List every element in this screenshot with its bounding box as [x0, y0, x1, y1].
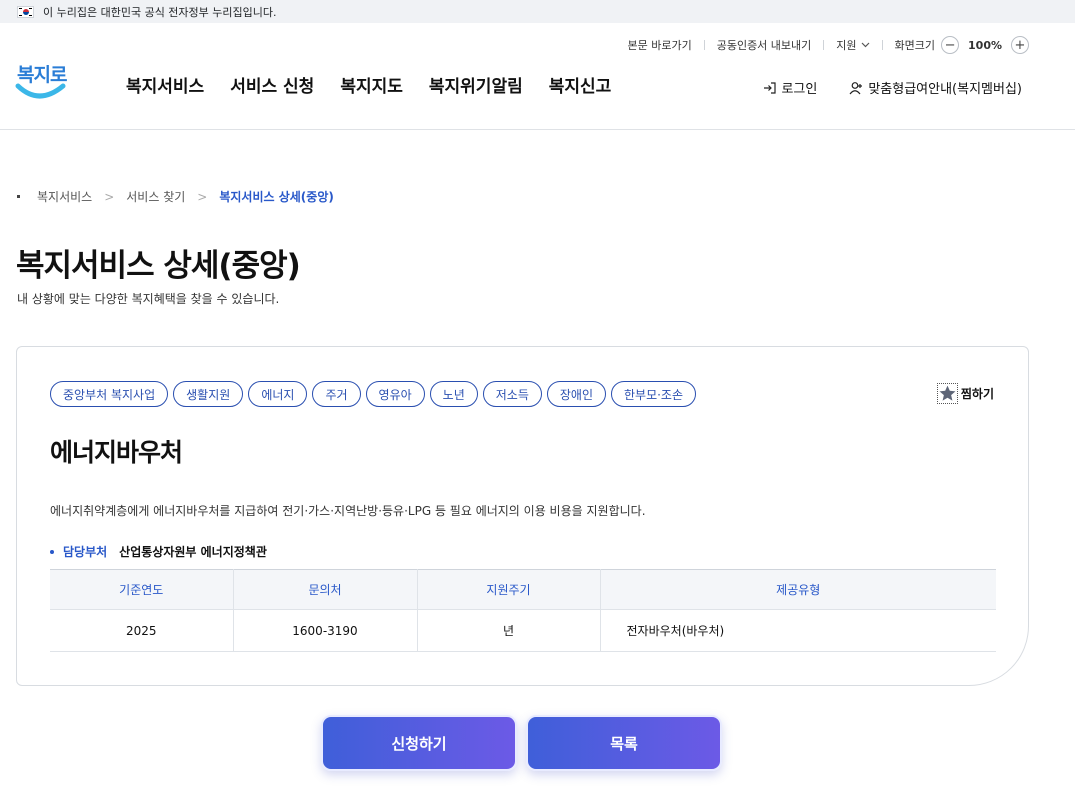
department-value: 산업통상자원부 에너지정책관	[119, 545, 267, 559]
nav-item-welfare-map[interactable]: 복지지도	[340, 72, 403, 97]
header-support-cycle: 지원주기	[417, 569, 601, 610]
login-link[interactable]: 로그인	[763, 78, 817, 97]
cell-base-year: 2025	[50, 609, 234, 652]
cell-provision-type: 전자바우처(바우처)	[600, 609, 996, 652]
cell-support-cycle: 년	[417, 609, 601, 652]
nav-item-welfare-service[interactable]: 복지서비스	[126, 72, 204, 97]
header-divider	[0, 129, 1075, 130]
header-base-year: 기준연도	[50, 569, 234, 610]
zoom-in-button[interactable]: +	[1011, 36, 1029, 54]
department-info: 담당부처 산업통상자원부 에너지정책관	[50, 543, 267, 560]
department-label: 담당부처	[63, 545, 108, 559]
divider	[881, 40, 883, 50]
divider	[703, 40, 705, 50]
zoom-value: 100%	[968, 38, 1002, 52]
bullet-icon	[50, 549, 54, 554]
membership-link[interactable]: 맞춤형급여안내(복지멤버십)	[849, 78, 1022, 97]
membership-label: 맞춤형급여안내(복지멤버십)	[868, 82, 1022, 97]
zoom-out-button[interactable]: −	[941, 36, 960, 54]
breadcrumb: 복지서비스 > 서비스 찾기 > 복지서비스 상세(중앙)	[17, 188, 334, 205]
cell-contact: 1600-3190	[233, 609, 418, 652]
gov-banner: 이 누리집은 대한민국 공식 전자정부 누리집입니다.	[0, 0, 1075, 23]
service-info-table: 기준연도 문의처 지원주기 제공유형 2025 1600-3190 년 전자바우…	[50, 569, 996, 652]
tag-single-parent[interactable]: 한부모·조손	[611, 381, 697, 407]
nav-item-welfare-report[interactable]: 복지신고	[549, 72, 612, 97]
breadcrumb-item-service-search[interactable]: 서비스 찾기	[126, 188, 185, 205]
service-detail-card: 중앙부처 복지사업 생활지원 에너지 주거 영유아 노년 저소득 장애인 한부모…	[16, 346, 1029, 686]
skip-to-content-link[interactable]: 본문 바로가기	[627, 37, 691, 53]
support-menu[interactable]: 지원	[836, 37, 869, 53]
tag-living-support[interactable]: 생활지원	[173, 381, 244, 407]
favorite-label: 찜하기	[960, 387, 994, 401]
chevron-right-icon: >	[104, 189, 115, 204]
site-logo[interactable]: 복지로	[15, 60, 67, 108]
header-provision-type: 제공유형	[600, 569, 996, 610]
list-button[interactable]: 목록	[526, 715, 722, 771]
service-description: 에너지취약계층에게 에너지바우처를 지급하여 전기·가스·지역난방·등유·LPG…	[50, 504, 646, 518]
chevron-down-icon	[861, 42, 869, 48]
gov-banner-text: 이 누리집은 대한민국 공식 전자정부 누리집입니다.	[43, 5, 277, 19]
tag-low-income[interactable]: 저소득	[482, 381, 542, 407]
page-description: 내 상황에 맞는 다양한 복지혜택을 찾을 수 있습니다.	[17, 292, 280, 306]
nav-item-service-apply[interactable]: 서비스 신청	[230, 72, 314, 97]
chevron-right-icon: >	[197, 189, 208, 204]
tag-disabled[interactable]: 장애인	[546, 381, 606, 407]
header-contact: 문의처	[233, 569, 418, 610]
apply-button[interactable]: 신청하기	[321, 715, 517, 771]
service-title: 에너지바우처	[50, 438, 183, 467]
breadcrumb-item-current: 복지서비스 상세(중앙)	[219, 190, 334, 204]
breadcrumb-item-welfare-service[interactable]: 복지서비스	[37, 188, 92, 205]
table-row: 2025 1600-3190 년 전자바우처(바우처)	[50, 609, 996, 652]
page-title: 복지서비스 상세(중앙)	[16, 248, 301, 284]
tag-list: 중앙부처 복지사업 생활지원 에너지 주거 영유아 노년 저소득 장애인 한부모…	[50, 381, 701, 407]
user-add-icon	[849, 81, 863, 94]
star-icon	[936, 383, 958, 404]
breadcrumb-home-dot	[17, 195, 20, 198]
logo-smile-icon	[15, 83, 66, 99]
tag-housing[interactable]: 주거	[312, 381, 361, 407]
tag-energy[interactable]: 에너지	[248, 381, 308, 407]
cert-export-link[interactable]: 공동인증서 내보내기	[717, 37, 812, 53]
login-icon	[764, 81, 777, 94]
utility-bar: 본문 바로가기 공동인증서 내보내기 지원 화면크기 − 100% +	[627, 36, 1029, 54]
table-header-row: 기준연도 문의처 지원주기 제공유형	[50, 569, 996, 610]
tag-infant[interactable]: 영유아	[365, 381, 425, 407]
user-links: 로그인 맞춤형급여안내(복지멤버십)	[731, 78, 1022, 97]
divider	[823, 40, 825, 50]
tag-central-ministry[interactable]: 중앙부처 복지사업	[50, 381, 169, 407]
main-nav: 복지서비스 서비스 신청 복지지도 복지위기알림 복지신고	[126, 72, 637, 97]
favorite-button[interactable]: 찜하기	[936, 383, 994, 404]
korea-flag-icon	[17, 5, 34, 18]
support-label: 지원	[836, 39, 857, 52]
tag-elderly[interactable]: 노년	[429, 381, 478, 407]
login-label: 로그인	[781, 82, 818, 97]
zoom-label: 화면크기	[894, 39, 936, 52]
nav-item-crisis-alert[interactable]: 복지위기알림	[429, 72, 523, 97]
